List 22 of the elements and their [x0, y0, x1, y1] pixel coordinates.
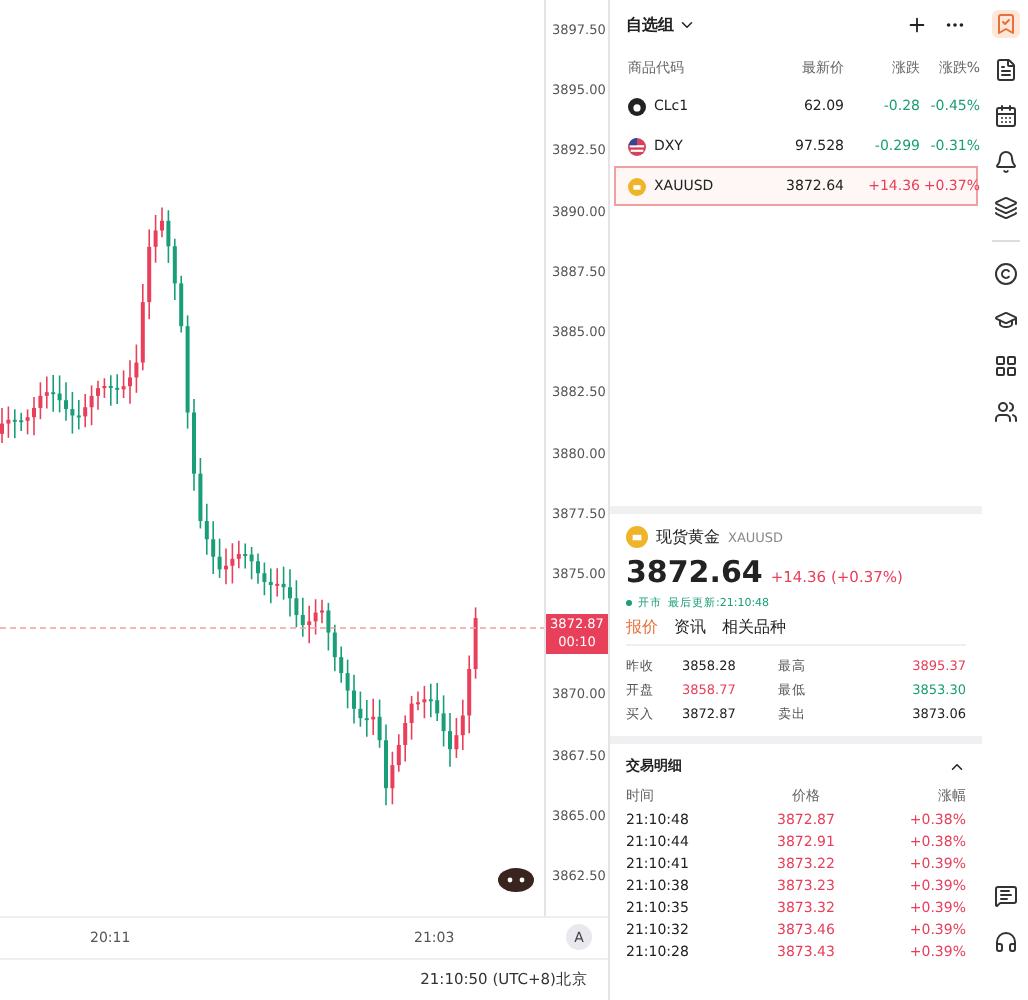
users-icon[interactable]	[991, 398, 1019, 426]
layers-icon[interactable]	[991, 194, 1019, 222]
bell-icon[interactable]	[991, 148, 1019, 176]
instrument-name: 现货黄金	[656, 526, 720, 548]
calendar-icon[interactable]	[991, 102, 1019, 130]
headset-icon[interactable]	[991, 928, 1019, 956]
grid-icon[interactable]	[991, 352, 1019, 380]
copyright-icon[interactable]	[991, 260, 1019, 288]
graduation-cap-icon[interactable]	[991, 306, 1019, 334]
quote-price: 3872.64	[626, 554, 763, 590]
tab[interactable]: 相关品种	[722, 616, 786, 638]
add-icon[interactable]	[906, 13, 928, 35]
chat-icon[interactable]	[991, 882, 1019, 910]
status-dot	[626, 600, 632, 606]
tab[interactable]: 资讯	[674, 616, 706, 638]
watchlist-title[interactable]: 自选组	[626, 13, 674, 35]
coin-icon	[626, 526, 648, 548]
watchlist-icon[interactable]	[991, 10, 1019, 38]
robot-icon[interactable]	[496, 866, 536, 894]
document-icon[interactable]	[991, 56, 1019, 84]
flag-icon	[628, 137, 646, 155]
coin-icon	[628, 177, 646, 195]
